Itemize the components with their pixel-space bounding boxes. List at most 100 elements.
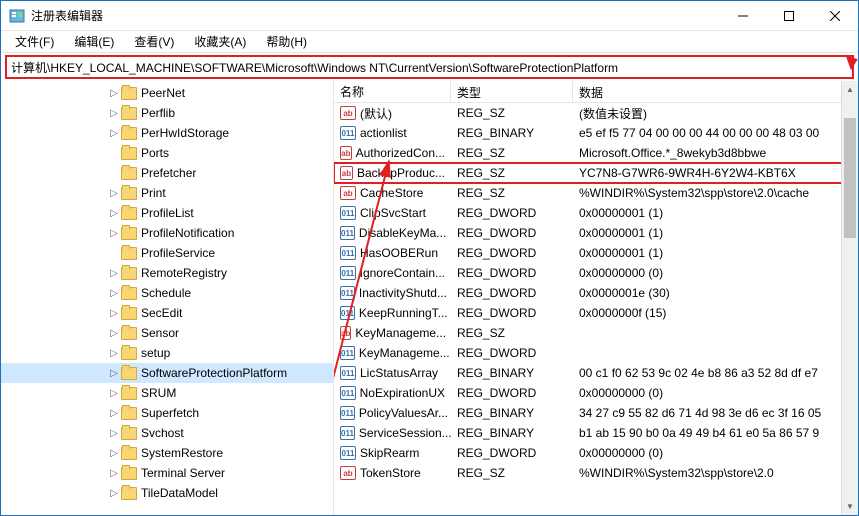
expand-icon[interactable]: ▷ [107, 188, 121, 199]
tree-item[interactable]: ▷TileDataModel [1, 483, 333, 503]
list-row[interactable]: abKeyManageme...REG_SZ [334, 323, 858, 343]
list-row[interactable]: 011PolicyValuesAr...REG_BINARY34 27 c9 5… [334, 403, 858, 423]
expand-icon[interactable]: ▷ [107, 308, 121, 319]
list-row[interactable]: 011SkipRearmREG_DWORD0x00000000 (0) [334, 443, 858, 463]
tree-item[interactable]: ▷Schedule [1, 283, 333, 303]
tree-item[interactable]: ▷PerHwIdStorage [1, 123, 333, 143]
list-row[interactable]: 011actionlistREG_BINARYe5 ef f5 77 04 00… [334, 123, 858, 143]
tree-item[interactable]: ProfileService [1, 243, 333, 263]
expand-icon[interactable]: ▷ [107, 408, 121, 419]
list-row[interactable]: 011NoExpirationUXREG_DWORD0x00000000 (0) [334, 383, 858, 403]
close-button[interactable] [812, 1, 858, 31]
vertical-scrollbar[interactable]: ▲ ▼ [841, 81, 858, 515]
cell-data: 0x00000001 (1) [573, 246, 858, 260]
cell-type: REG_SZ [451, 146, 573, 160]
list-row[interactable]: ab(默认)REG_SZ(数值未设置) [334, 103, 858, 123]
menu-favorites[interactable]: 收藏夹(A) [186, 31, 254, 52]
cell-type: REG_DWORD [451, 306, 573, 320]
list-row[interactable]: 011ServiceSession...REG_BINARYb1 ab 15 9… [334, 423, 858, 443]
col-header-name[interactable]: 名称 [334, 81, 451, 102]
folder-icon [121, 347, 137, 360]
tree-item[interactable]: ▷Print [1, 183, 333, 203]
cell-data: 0x0000001e (30) [573, 286, 858, 300]
cell-data: 0x00000001 (1) [573, 206, 858, 220]
expand-icon[interactable]: ▷ [107, 428, 121, 439]
folder-icon [121, 247, 137, 260]
tree-item[interactable]: ▷SoftwareProtectionPlatform [1, 363, 333, 383]
tree-item[interactable]: ▷Terminal Server [1, 463, 333, 483]
tree-item-label: Prefetcher [141, 166, 196, 180]
expand-icon[interactable]: ▷ [107, 348, 121, 359]
list-row[interactable]: abBackupProduc...REG_SZYC7N8-G7WR6-9WR4H… [334, 163, 858, 183]
menubar: 文件(F) 编辑(E) 查看(V) 收藏夹(A) 帮助(H) [1, 31, 858, 53]
list-row[interactable]: 011LicStatusArrayREG_BINARY00 c1 f0 62 5… [334, 363, 858, 383]
list-panel[interactable]: 名称 类型 数据 ab(默认)REG_SZ(数值未设置)011actionlis… [334, 81, 858, 515]
expand-icon[interactable]: ▷ [107, 488, 121, 499]
tree-item-label: PeerNet [141, 86, 185, 100]
window-title: 注册表编辑器 [31, 7, 720, 24]
scroll-up-button[interactable]: ▲ [842, 81, 858, 98]
menu-edit[interactable]: 编辑(E) [66, 31, 122, 52]
col-header-type[interactable]: 类型 [451, 81, 573, 102]
list-row[interactable]: 011KeyManageme...REG_DWORD [334, 343, 858, 363]
list-row[interactable]: 011DisableKeyMa...REG_DWORD0x00000001 (1… [334, 223, 858, 243]
list-row[interactable]: 011ClipSvcStartREG_DWORD0x00000001 (1) [334, 203, 858, 223]
menu-view[interactable]: 查看(V) [126, 31, 182, 52]
tree-item[interactable]: ▷Superfetch [1, 403, 333, 423]
expand-icon[interactable]: ▷ [107, 448, 121, 459]
scroll-thumb[interactable] [844, 118, 856, 238]
expand-icon[interactable]: ▷ [107, 108, 121, 119]
expand-icon[interactable]: ▷ [107, 268, 121, 279]
expand-icon[interactable]: ▷ [107, 88, 121, 99]
tree-item[interactable]: ▷Sensor [1, 323, 333, 343]
cell-data: b1 ab 15 90 b0 0a 49 49 b4 61 e0 5a 86 5… [573, 426, 858, 440]
value-name: KeyManageme... [359, 346, 450, 360]
tree-item[interactable]: Ports [1, 143, 333, 163]
expand-icon[interactable]: ▷ [107, 228, 121, 239]
list-row[interactable]: 011KeepRunningT...REG_DWORD0x0000000f (1… [334, 303, 858, 323]
tree-item-label: Perflib [141, 106, 175, 120]
expand-icon[interactable]: ▷ [107, 368, 121, 379]
tree-item[interactable]: ▷Svchost [1, 423, 333, 443]
list-row[interactable]: 011IgnoreContain...REG_DWORD0x00000000 (… [334, 263, 858, 283]
tree-item[interactable]: ▷ PeerNet [1, 83, 333, 103]
value-name: HasOOBERun [360, 246, 438, 260]
scroll-down-button[interactable]: ▼ [842, 498, 858, 515]
maximize-button[interactable] [766, 1, 812, 31]
binary-value-icon: 011 [340, 426, 355, 440]
tree-item[interactable]: ▷ SRUM [1, 383, 333, 403]
tree-item[interactable]: ▷ Perflib [1, 103, 333, 123]
cell-name: ab(默认) [334, 105, 451, 122]
expand-icon[interactable]: ▷ [107, 388, 121, 399]
address-bar[interactable]: 计算机\HKEY_LOCAL_MACHINE\SOFTWARE\Microsof… [5, 55, 854, 79]
cell-type: REG_DWORD [451, 246, 573, 260]
folder-icon [121, 287, 137, 300]
string-value-icon: ab [340, 326, 351, 340]
list-row[interactable]: abCacheStoreREG_SZ%WINDIR%\System32\spp\… [334, 183, 858, 203]
menu-file[interactable]: 文件(F) [7, 31, 62, 52]
tree-item[interactable]: ▷RemoteRegistry [1, 263, 333, 283]
expand-icon[interactable]: ▷ [107, 288, 121, 299]
col-header-data[interactable]: 数据 [573, 81, 858, 102]
tree-item[interactable]: ▷SecEdit [1, 303, 333, 323]
list-row[interactable]: 011InactivityShutd...REG_DWORD0x0000001e… [334, 283, 858, 303]
list-row[interactable]: abAuthorizedCon...REG_SZMicrosoft.Office… [334, 143, 858, 163]
expand-icon[interactable]: ▷ [107, 468, 121, 479]
expand-icon[interactable]: ▷ [107, 328, 121, 339]
list-row[interactable]: 011HasOOBERunREG_DWORD0x00000001 (1) [334, 243, 858, 263]
tree-item[interactable]: ▷ProfileList [1, 203, 333, 223]
tree-item-label: SRUM [141, 386, 176, 400]
tree-item[interactable]: ▷SystemRestore [1, 443, 333, 463]
tree-item[interactable]: ▷setup [1, 343, 333, 363]
tree-item[interactable]: ▷ProfileNotification [1, 223, 333, 243]
folder-icon [121, 327, 137, 340]
tree-item[interactable]: Prefetcher [1, 163, 333, 183]
expand-icon[interactable]: ▷ [107, 208, 121, 219]
tree-panel[interactable]: ▷ PeerNet ▷ Perflib ▷PerHwIdStoragePorts Pref… [1, 81, 334, 515]
cell-name: 011IgnoreContain... [334, 266, 451, 280]
list-row[interactable]: abTokenStoreREG_SZ%WINDIR%\System32\spp\… [334, 463, 858, 483]
menu-help[interactable]: 帮助(H) [258, 31, 315, 52]
list-body: ab(默认)REG_SZ(数值未设置)011actionlistREG_BINA… [334, 103, 858, 483]
expand-icon[interactable]: ▷ [107, 128, 121, 139]
minimize-button[interactable] [720, 1, 766, 31]
